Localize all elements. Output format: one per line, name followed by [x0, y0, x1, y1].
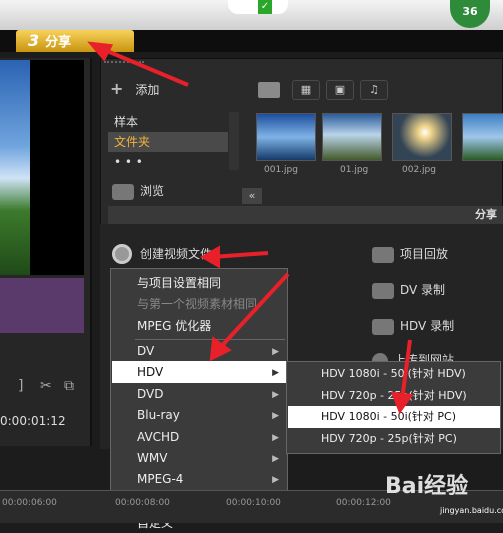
red-arrow: [87, 41, 189, 87]
watermark-url: jingyan.baidu.com: [440, 506, 503, 515]
red-arrow: [209, 272, 290, 362]
red-arrow: [199, 245, 269, 269]
annotation-arrows: [87, 41, 414, 415]
red-arrow: [390, 339, 414, 415]
